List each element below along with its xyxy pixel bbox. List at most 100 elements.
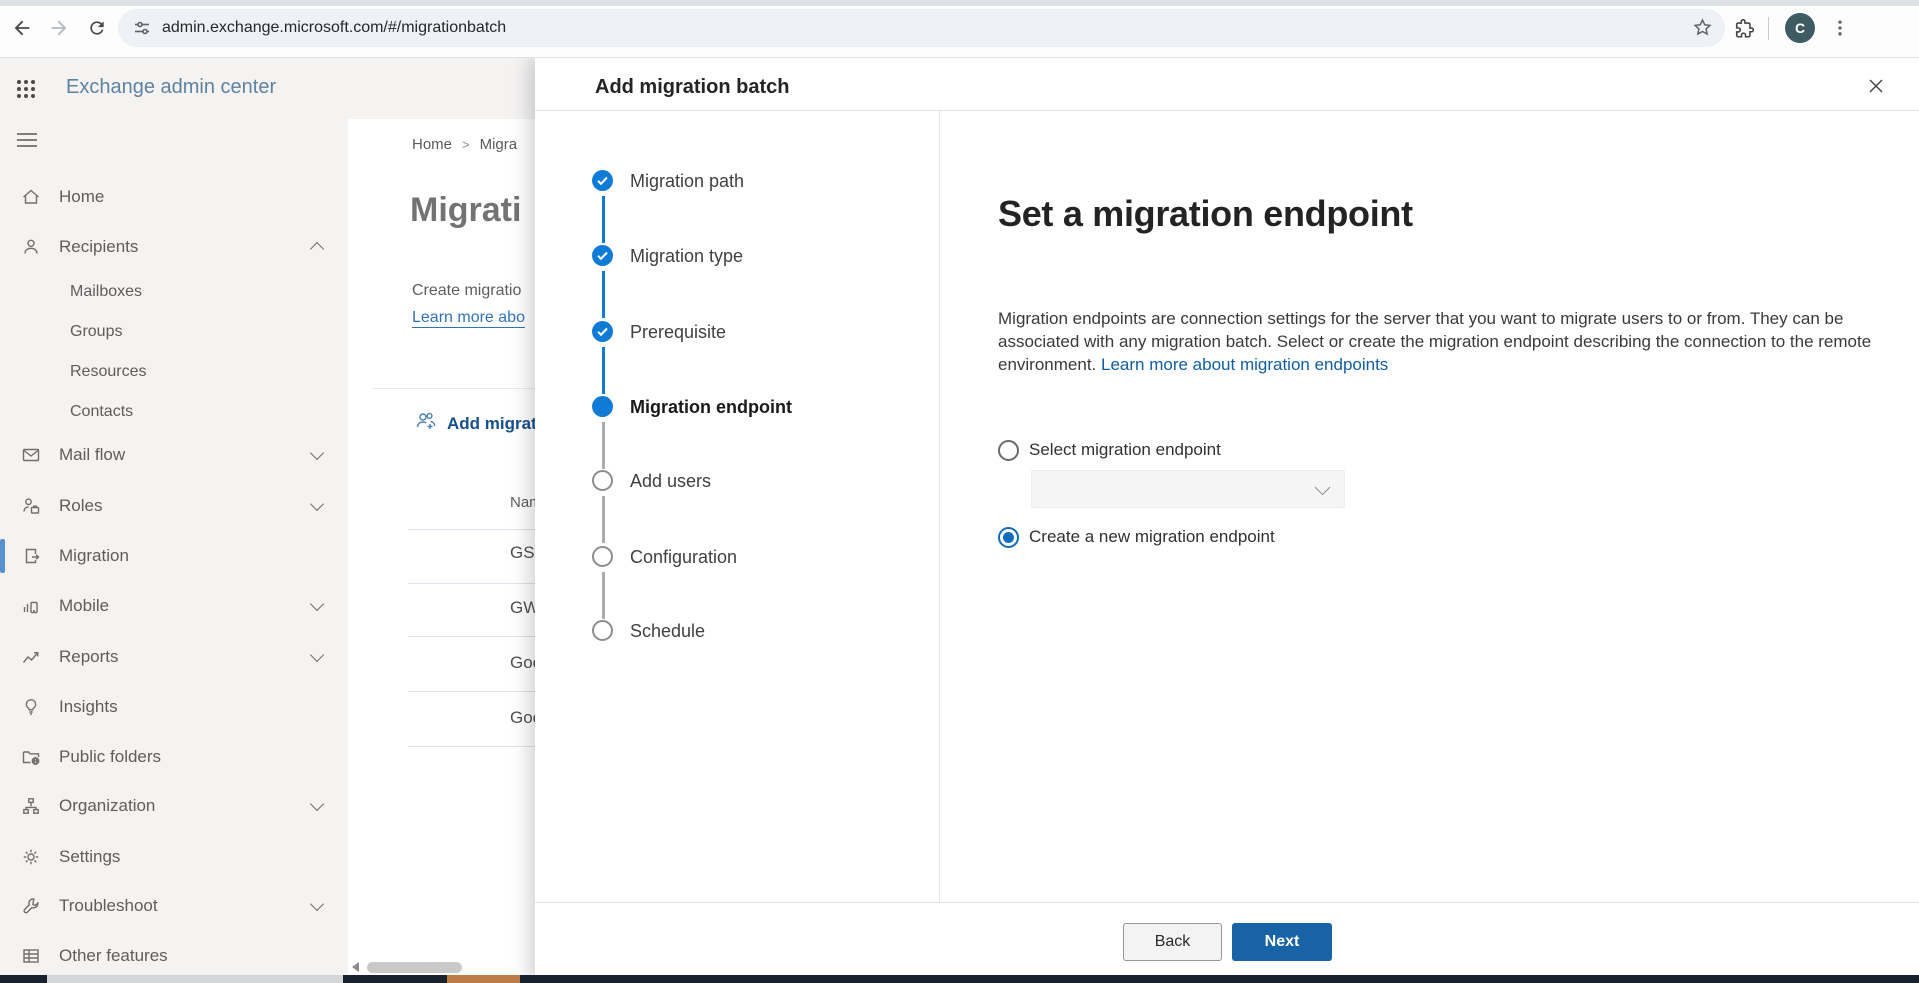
- step-completed-icon: [592, 170, 613, 191]
- extensions-icon[interactable]: [1731, 15, 1757, 41]
- sidebar-item-public-folders[interactable]: Public folders: [0, 737, 348, 777]
- site-settings-icon[interactable]: [132, 18, 152, 43]
- sidebar-item-home[interactable]: Home: [0, 177, 348, 217]
- taskbar-segment: [447, 975, 520, 983]
- lightbulb-icon: [21, 697, 41, 717]
- add-migration-batch-button[interactable]: Add migrat: [414, 411, 537, 437]
- sidebar-item-roles[interactable]: Roles: [0, 486, 348, 526]
- toolbar-divider: [1768, 17, 1769, 40]
- browser-profile-avatar[interactable]: C: [1785, 13, 1815, 43]
- breadcrumb-current-link[interactable]: Migra: [480, 136, 518, 153]
- home-icon: [21, 187, 41, 207]
- sidebar-item-resources[interactable]: Resources: [0, 352, 348, 392]
- add-migration-batch-label: Add migrat: [447, 414, 537, 434]
- step-completed-icon: [592, 245, 613, 266]
- dialog-title: Add migration batch: [595, 76, 789, 99]
- sidebar-item-mobile[interactable]: Mobile: [0, 586, 348, 626]
- sidebar-item-migration[interactable]: Migration: [0, 536, 348, 576]
- next-button[interactable]: Next: [1232, 923, 1332, 961]
- browser-toolbar: admin.exchange.microsoft.com/#/migration…: [0, 0, 1919, 58]
- mail-icon: [21, 445, 41, 465]
- breadcrumb-home-link[interactable]: Home: [412, 136, 452, 153]
- step-migration-type[interactable]: Migration type: [535, 243, 939, 269]
- chevron-down-icon[interactable]: [310, 446, 324, 460]
- step-connector: [602, 347, 605, 394]
- sidebar-item-mailboxes[interactable]: Mailboxes: [0, 272, 348, 312]
- sidebar-item-troubleshoot[interactable]: Troubleshoot: [0, 886, 348, 926]
- step-connector: [602, 422, 605, 469]
- sidebar-item-recipients[interactable]: Recipients: [0, 227, 348, 267]
- learn-more-link[interactable]: Learn more abo: [412, 309, 525, 328]
- step-current-icon: [592, 396, 613, 417]
- close-icon[interactable]: [1867, 77, 1885, 95]
- horizontal-scrollbar[interactable]: [367, 962, 462, 973]
- gear-icon: [21, 847, 41, 867]
- step-prerequisite[interactable]: Prerequisite: [535, 319, 939, 345]
- wizard-page-heading: Set a migration endpoint: [998, 193, 1413, 235]
- browser-forward-button[interactable]: [46, 15, 72, 41]
- sidebar-item-organization[interactable]: Organization: [0, 786, 348, 826]
- stepper-divider: [939, 111, 940, 902]
- app-launcher-waffle-icon[interactable]: [15, 78, 37, 100]
- step-upcoming-icon: [592, 620, 613, 641]
- chevron-down-icon[interactable]: [310, 648, 324, 662]
- select-migration-endpoint-option[interactable]: Select migration endpoint: [998, 438, 1221, 462]
- migration-icon: [21, 546, 41, 566]
- sidebar-item-reports[interactable]: Reports: [0, 637, 348, 677]
- step-migration-path[interactable]: Migration path: [535, 168, 939, 194]
- step-connector: [602, 196, 605, 243]
- sidebar-item-other-features[interactable]: Other features: [0, 936, 348, 976]
- step-connector: [602, 271, 605, 318]
- selected-indicator: [0, 539, 5, 573]
- add-users-icon: [414, 411, 438, 438]
- step-connector: [602, 496, 605, 543]
- app-title[interactable]: Exchange admin center: [66, 76, 276, 99]
- radio-selected-icon[interactable]: [998, 527, 1019, 548]
- roles-icon: [21, 496, 41, 516]
- browser-refresh-button[interactable]: [84, 15, 110, 41]
- grid-table-icon: [21, 946, 41, 966]
- browser-window-edge: [0, 0, 1919, 6]
- browser-back-button[interactable]: [9, 15, 35, 41]
- chevron-down-icon[interactable]: [310, 897, 324, 911]
- chevron-down-icon[interactable]: [310, 797, 324, 811]
- sidebar-item-contacts[interactable]: Contacts: [0, 392, 348, 432]
- step-configuration[interactable]: Configuration: [535, 544, 939, 570]
- taskbar-edge: [0, 975, 1919, 983]
- wrench-icon: [21, 896, 41, 916]
- sidebar-item-settings[interactable]: Settings: [0, 837, 348, 877]
- navigation-sidebar: Home Recipients Mailboxes Groups Resourc…: [0, 119, 348, 975]
- step-migration-endpoint[interactable]: Migration endpoint: [535, 394, 939, 420]
- breadcrumb-separator: >: [462, 137, 470, 152]
- chevron-down-icon: [1315, 480, 1331, 496]
- step-schedule[interactable]: Schedule: [535, 618, 939, 644]
- chevron-down-icon[interactable]: [310, 497, 324, 511]
- create-new-migration-endpoint-option[interactable]: Create a new migration endpoint: [998, 525, 1275, 549]
- address-bar[interactable]: admin.exchange.microsoft.com/#/migration…: [118, 9, 1725, 47]
- exchange-admin-center-window: Home>Migra Migrati Create migratio Learn…: [0, 0, 1919, 983]
- sidebar-item-groups[interactable]: Groups: [0, 312, 348, 352]
- learn-more-endpoints-link[interactable]: Learn more about migration endpoints: [1101, 355, 1388, 374]
- horizontal-scroll-left-button[interactable]: [352, 962, 359, 972]
- step-add-users[interactable]: Add users: [535, 468, 939, 494]
- step-completed-icon: [592, 321, 613, 342]
- back-button[interactable]: Back: [1123, 923, 1222, 961]
- bookmark-star-icon[interactable]: [1692, 17, 1713, 43]
- hamburger-menu-icon[interactable]: [16, 132, 38, 153]
- org-chart-icon: [21, 796, 41, 816]
- breadcrumb: Home > Migra: [412, 136, 517, 153]
- url-text[interactable]: admin.exchange.microsoft.com/#/migration…: [162, 19, 506, 37]
- browser-controls: C: [1725, 0, 1919, 57]
- sidebar-item-mail-flow[interactable]: Mail flow: [0, 435, 348, 475]
- dialog-header-divider: [535, 110, 1919, 111]
- migration-endpoint-dropdown[interactable]: [1031, 470, 1345, 508]
- chevron-up-icon[interactable]: [310, 242, 324, 256]
- sidebar-item-insights[interactable]: Insights: [0, 687, 348, 727]
- step-upcoming-icon: [592, 546, 613, 567]
- wizard-description: Migration endpoints are connection setti…: [998, 307, 1878, 376]
- radio-unselected-icon[interactable]: [998, 440, 1019, 461]
- browser-menu-kebab-icon[interactable]: [1827, 15, 1853, 41]
- page-description: Create migratio: [412, 282, 521, 300]
- chevron-down-icon[interactable]: [310, 597, 324, 611]
- taskbar-segment: [47, 975, 343, 983]
